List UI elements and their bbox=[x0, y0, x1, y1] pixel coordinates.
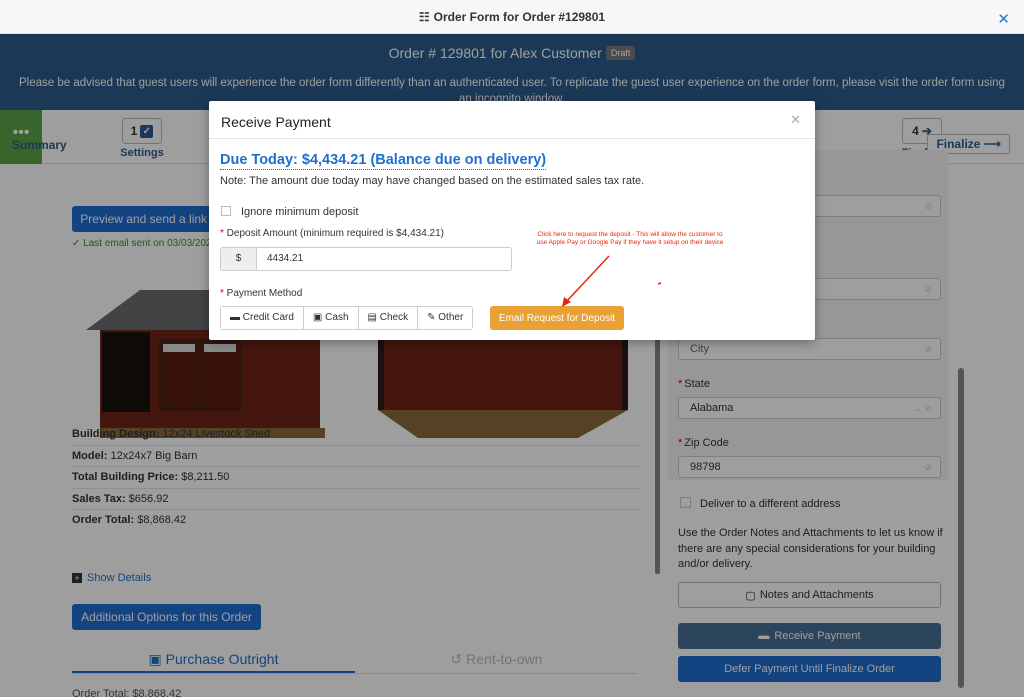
tax-note: Note: The amount due today may have chan… bbox=[220, 175, 645, 187]
ignore-minimum-checkbox[interactable]: Ignore minimum deposit bbox=[221, 206, 358, 218]
ignore-minimum-label: Ignore minimum deposit bbox=[241, 206, 359, 218]
due-today[interactable]: Due Today: $4,434.21 (Balance due on del… bbox=[220, 152, 547, 170]
other-button[interactable]: ✎ Other bbox=[418, 307, 473, 329]
window-titlebar: ☷ Order Form for Order #129801 ✕ bbox=[0, 0, 1024, 34]
payment-method-label: * Payment Method bbox=[220, 288, 303, 299]
check-doc-icon: ▤ bbox=[367, 312, 380, 323]
money-icon: ▣ bbox=[312, 312, 326, 323]
credit-card-icon: ▬ bbox=[230, 312, 243, 323]
deposit-value[interactable]: 4434.21 bbox=[257, 248, 303, 270]
method-label: Credit Card bbox=[242, 312, 294, 323]
close-icon[interactable]: ✕ bbox=[997, 10, 1010, 28]
annotation-callout: Click here to request the deposit - This… bbox=[536, 231, 724, 246]
modal-title: Receive Payment bbox=[221, 114, 331, 130]
pencil-icon: ✎ bbox=[427, 312, 439, 323]
method-label: Other bbox=[438, 312, 464, 323]
list-icon: ☷ bbox=[418, 9, 430, 24]
cash-button[interactable]: ▣ Cash bbox=[303, 307, 359, 329]
deposit-amount-input[interactable]: $ 4434.21 bbox=[220, 247, 512, 271]
email-request-deposit-button[interactable]: Email Request for Deposit bbox=[490, 306, 624, 330]
window-title: Order Form for Order #129801 bbox=[433, 9, 606, 24]
deposit-label-text: Deposit Amount (minimum required is $4,4… bbox=[226, 228, 444, 239]
receive-payment-modal: Receive Payment ✕ Due Today: $4,434.21 (… bbox=[209, 101, 815, 340]
credit-card-button[interactable]: ▬ Credit Card bbox=[221, 307, 304, 329]
check-button[interactable]: ▤ Check bbox=[358, 307, 419, 329]
checkbox[interactable] bbox=[221, 206, 231, 216]
payment-method-label-text: Payment Method bbox=[226, 288, 303, 299]
currency-addon: $ bbox=[221, 248, 257, 270]
payment-method-group: ▬ Credit Card ▣ Cash ▤ Check ✎ Other bbox=[220, 306, 474, 330]
close-icon[interactable]: ✕ bbox=[790, 112, 801, 128]
modal-header: Receive Payment ✕ bbox=[209, 101, 815, 139]
method-label: Check bbox=[379, 312, 409, 323]
method-label: Cash bbox=[325, 312, 349, 323]
deposit-label: * Deposit Amount (minimum required is $4… bbox=[220, 228, 444, 239]
